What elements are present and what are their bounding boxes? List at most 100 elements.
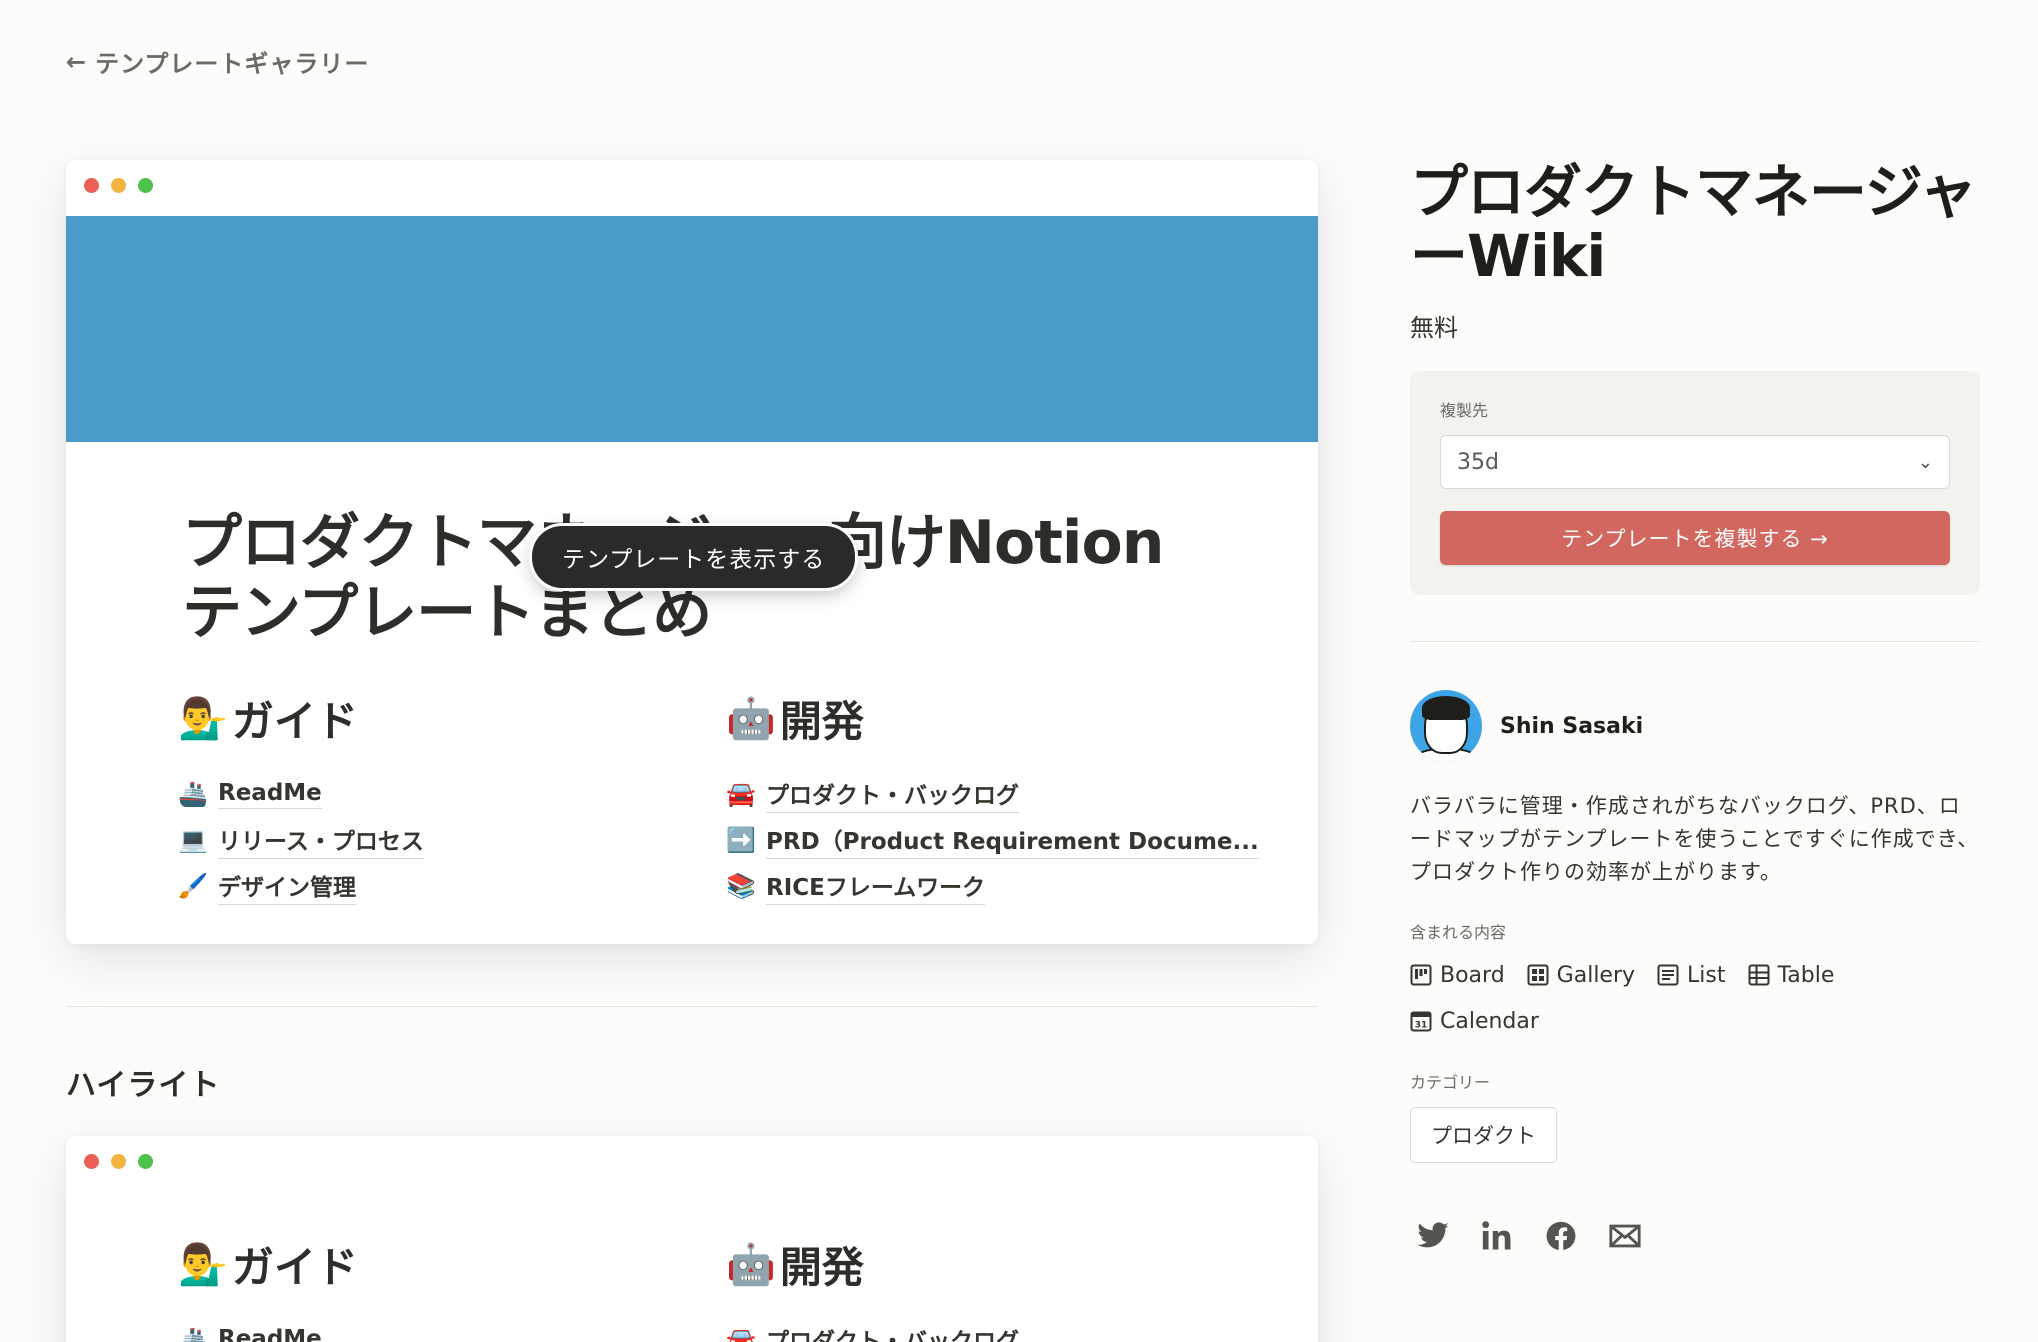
ship-icon: 🚢 — [178, 780, 208, 808]
svg-text:31: 31 — [1415, 1021, 1428, 1031]
template-description: バラバラに管理・作成されがちなバックログ、PRD、ロードマップがテンプレートを使… — [1410, 794, 1980, 884]
back-link-label: テンプレートギャラリー — [95, 50, 370, 78]
paintbrush-icon: 🖌️ — [178, 872, 208, 900]
feature-label: Calendar — [1440, 1008, 1539, 1034]
list-icon — [1657, 964, 1679, 986]
template-title: プロダクトマネージャーWiki — [1410, 158, 1977, 290]
page-link[interactable]: 🖌️ デザイン管理 — [178, 863, 424, 909]
column-heading-label: ガイド — [231, 1243, 358, 1292]
page-link-label: デザイン管理 — [218, 868, 356, 905]
window-minimize-dot — [111, 178, 126, 193]
page-link-list: 🚢 ReadMe — [178, 1317, 358, 1342]
template-price: 無料 — [1410, 314, 1458, 342]
feature-label: Gallery — [1556, 962, 1636, 988]
author-info[interactable]: Shin Sasaki — [1410, 690, 1980, 762]
chevron-down-icon: ⌄ — [1917, 451, 1933, 473]
books-icon: 📚 — [726, 872, 756, 900]
feature-label: Board — [1440, 962, 1505, 988]
author-avatar — [1410, 690, 1482, 762]
highlight-column-guide: 💁‍♂️ ガイド 🚢 ReadMe — [178, 1234, 358, 1342]
laptop-icon: 💻 — [178, 826, 208, 854]
facebook-icon[interactable] — [1544, 1219, 1578, 1253]
board-icon — [1410, 964, 1432, 986]
table-icon — [1748, 964, 1769, 986]
highlight-heading: ハイライト — [66, 1068, 221, 1103]
window-close-dot — [84, 178, 99, 193]
window-maximize-dot — [138, 178, 153, 193]
page-link-label: ReadMe — [218, 780, 322, 809]
included-views: Board Gallery List Table 31 Calendar — [1410, 957, 1870, 1039]
back-to-gallery-link[interactable]: ← テンプレートギャラリー — [66, 44, 369, 79]
workspace-select-value: 35d — [1457, 449, 1499, 475]
page-link[interactable]: 💻 リリース・プロセス — [178, 817, 424, 863]
column-heading-label: 開発 — [779, 697, 864, 746]
page-link-label: プロダクト・バックログ — [766, 776, 1019, 813]
duplicate-panel: 複製先 35d ⌄ テンプレートを複製する → — [1410, 371, 1980, 595]
feature-label: Table — [1777, 962, 1835, 988]
column-heading: 🤖 開発 — [726, 1234, 1019, 1295]
window-controls — [84, 178, 153, 193]
car-icon: 🚘 — [726, 780, 756, 808]
window-controls — [84, 1154, 153, 1169]
car-icon: 🚘 — [726, 1326, 756, 1342]
duplicate-destination-label: 複製先 — [1440, 401, 1489, 420]
window-close-dot — [84, 1154, 99, 1169]
column-heading: 💁‍♂️ ガイド — [178, 688, 424, 749]
mail-icon[interactable] — [1608, 1219, 1642, 1253]
page-link[interactable]: 🚢 ReadMe — [178, 771, 424, 817]
preview-column-development: 🤖 開発 🚘 プロダクト・バックログ ➡️ PRD（Product Requirem… — [726, 688, 1259, 909]
ship-icon: 🚢 — [178, 1326, 208, 1342]
page-link-label: RICEフレームワーク — [766, 868, 986, 905]
page-link-list: 🚢 ReadMe 💻 リリース・プロセス 🖌️ デザイン管理 — [178, 771, 424, 909]
page-link[interactable]: ➡️ PRD（Product Requirement Docume... — [726, 817, 1259, 863]
arrow-left-icon: ← — [66, 47, 88, 76]
highlight-column-development: 🤖 開発 🚘 プロダクト・バックログ — [726, 1234, 1019, 1342]
person-tipping-hand-icon: 💁‍♂️ — [178, 696, 228, 742]
section-divider — [66, 1006, 1318, 1007]
share-links — [1410, 1219, 1980, 1253]
author-name: Shin Sasaki — [1500, 713, 1644, 739]
page-link-list: 🚘 プロダクト・バックログ — [726, 1317, 1019, 1342]
arrow-right-icon: ➡️ — [726, 826, 756, 854]
workspace-select[interactable]: 35d ⌄ — [1440, 435, 1950, 489]
page-link-label: ReadMe — [218, 1326, 322, 1342]
feature-calendar: 31 Calendar — [1410, 1003, 1539, 1039]
page-link[interactable]: 🚘 プロダクト・バックログ — [726, 771, 1259, 817]
column-heading: 🤖 開発 — [726, 688, 1259, 749]
page-link-label: PRD（Product Requirement Docume... — [766, 822, 1259, 859]
column-heading-label: 開発 — [779, 1243, 864, 1292]
robot-icon: 🤖 — [726, 696, 776, 742]
template-sidebar: プロダクトマネージャーWiki 無料 複製先 35d ⌄ テンプレートを複製する… — [1410, 160, 1980, 1253]
highlight-preview[interactable]: 💁‍♂️ ガイド 🚢 ReadMe 🤖 開発 🚘 プロダクト・バックログ — [66, 1136, 1318, 1342]
twitter-icon[interactable] — [1416, 1219, 1450, 1253]
person-tipping-hand-icon: 💁‍♂️ — [178, 1242, 228, 1288]
page-link[interactable]: 🚢 ReadMe — [178, 1317, 358, 1342]
includes-label: 含まれる内容 — [1410, 923, 1507, 942]
page-cover — [66, 216, 1318, 442]
column-heading: 💁‍♂️ ガイド — [178, 1234, 358, 1295]
linkedin-icon[interactable] — [1480, 1219, 1514, 1253]
calendar-icon: 31 — [1410, 1011, 1432, 1032]
page-link[interactable]: 🚘 プロダクト・バックログ — [726, 1317, 1019, 1342]
feature-table: Table — [1748, 957, 1835, 993]
page-link-label: リリース・プロセス — [218, 822, 424, 859]
feature-label: List — [1687, 962, 1726, 988]
feature-list: List — [1657, 957, 1726, 993]
robot-icon: 🤖 — [726, 1242, 776, 1288]
feature-board: Board — [1410, 957, 1505, 993]
category-tag[interactable]: プロダクト — [1410, 1107, 1557, 1163]
feature-gallery: Gallery — [1527, 957, 1635, 993]
column-heading-label: ガイド — [231, 697, 358, 746]
window-maximize-dot — [138, 1154, 153, 1169]
page-link[interactable]: 📚 RICEフレームワーク — [726, 863, 1259, 909]
duplicate-template-button[interactable]: テンプレートを複製する → — [1440, 511, 1950, 565]
page-link-label: プロダクト・バックログ — [766, 1322, 1019, 1342]
sidebar-divider — [1410, 641, 1980, 642]
category-label: カテゴリー — [1410, 1073, 1491, 1092]
preview-column-guide: 💁‍♂️ ガイド 🚢 ReadMe 💻 リリース・プロセス 🖌️ デザイン管理 — [178, 688, 424, 909]
template-preview[interactable]: プロダクトマネージャー向けNotionテンプレートまとめ 💁‍♂️ ガイド 🚢R… — [66, 160, 1318, 944]
page-link-list: 🚘 プロダクト・バックログ ➡️ PRD（Product Requirement D… — [726, 771, 1259, 909]
gallery-icon — [1527, 964, 1549, 986]
window-minimize-dot — [111, 1154, 126, 1169]
view-template-tooltip[interactable]: テンプレートを表示する — [532, 526, 856, 588]
